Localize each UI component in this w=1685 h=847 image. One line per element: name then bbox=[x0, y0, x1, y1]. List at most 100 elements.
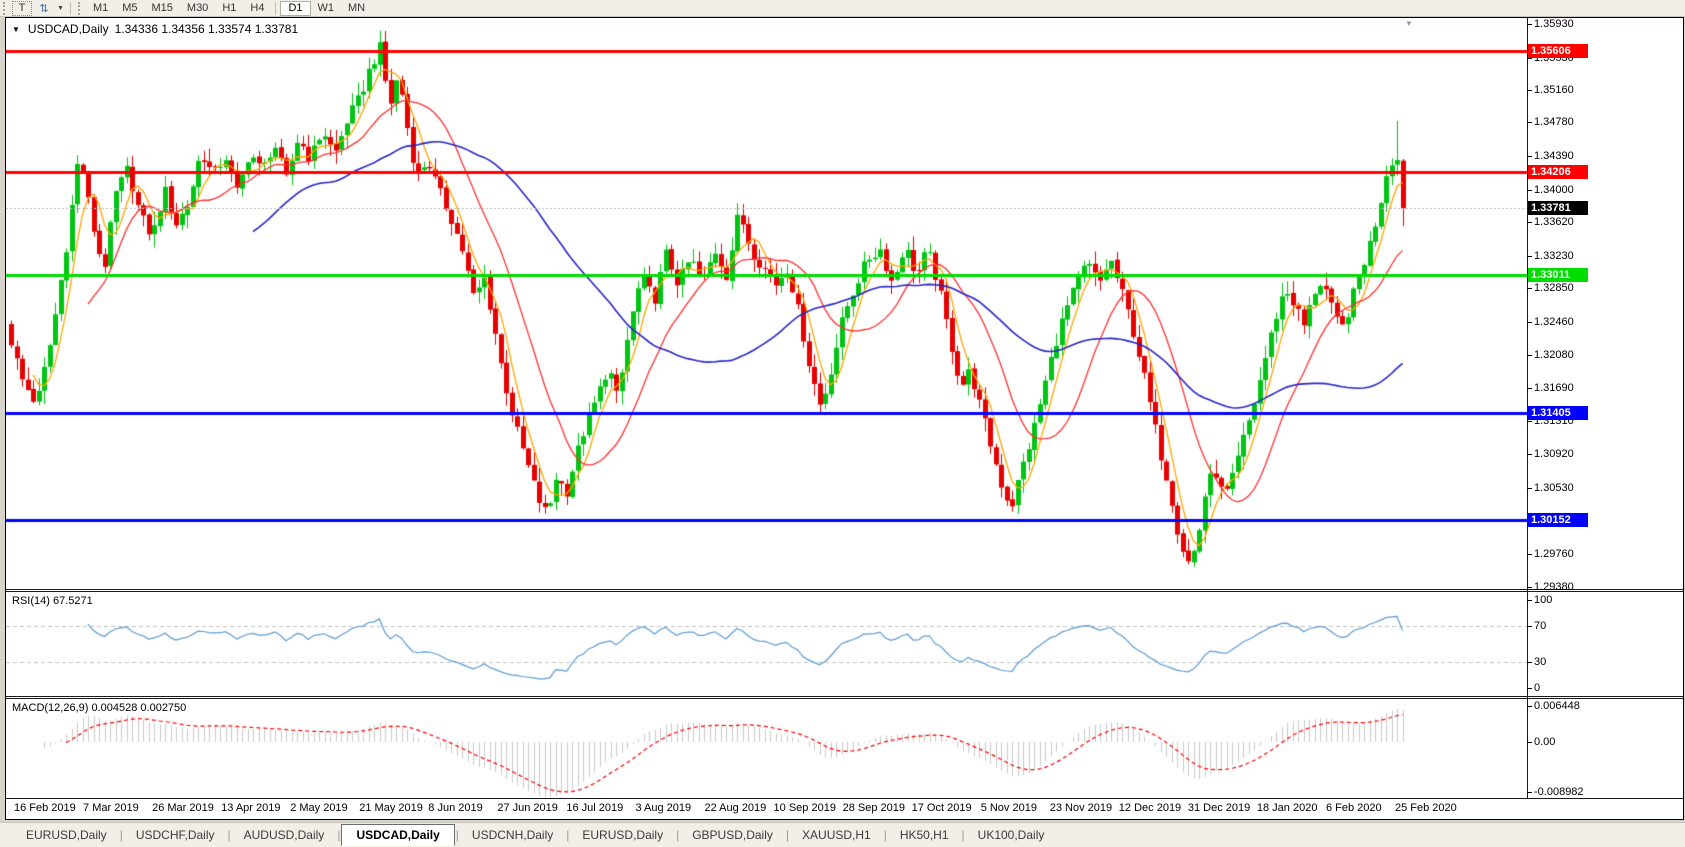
date-label: 16 Feb 2019 bbox=[14, 802, 76, 814]
axis-tick-label: 1.30530 bbox=[1534, 481, 1574, 494]
chart-collapse-icon[interactable]: ▼ bbox=[12, 25, 20, 34]
axis-tick-label: 1.34780 bbox=[1534, 116, 1574, 129]
date-label: 26 Mar 2019 bbox=[152, 802, 214, 814]
timeframe-button-h4[interactable]: H4 bbox=[243, 1, 271, 16]
timeframe-button-mn[interactable]: MN bbox=[341, 1, 372, 16]
chart-tab-eurusd[interactable]: EURUSD,Daily bbox=[14, 825, 119, 845]
axis-tick-mark bbox=[1527, 89, 1532, 91]
price-level-badge: 1.35606 bbox=[1528, 44, 1588, 59]
date-label: 22 Aug 2019 bbox=[704, 802, 767, 814]
axis-tick-label: 1.33230 bbox=[1534, 249, 1574, 262]
arrange-arrows-icon[interactable]: ⇅ bbox=[34, 1, 54, 16]
toolbar-separator bbox=[69, 1, 71, 15]
chart-tab-uk100[interactable]: UK100,Daily bbox=[966, 825, 1057, 845]
rsi-canvas[interactable] bbox=[6, 592, 1527, 696]
axis-tick-mark bbox=[1527, 222, 1532, 224]
macd-label: MACD(12,26,9) 0.004528 0.002750 bbox=[12, 702, 187, 714]
axis-tick-mark bbox=[1527, 189, 1532, 191]
axis-tick-mark bbox=[1527, 321, 1532, 323]
axis-tick-mark bbox=[1527, 742, 1532, 743]
axis-tick-mark bbox=[1527, 487, 1532, 489]
axis-tick-mark bbox=[1527, 554, 1532, 556]
chart-tab-eurusd[interactable]: EURUSD,Daily bbox=[570, 825, 675, 845]
time-axis-line bbox=[6, 798, 1683, 799]
text-tool-button[interactable]: T bbox=[12, 0, 32, 16]
axis-tick-label: 70 bbox=[1534, 620, 1547, 633]
chart-tab-gbpusd[interactable]: GBPUSD,Daily bbox=[680, 825, 785, 845]
axis-tick-label: 100 bbox=[1534, 594, 1553, 606]
axis-tick-label: 0.006448 bbox=[1534, 699, 1580, 712]
axis-tick-mark bbox=[1527, 600, 1532, 601]
date-label: 3 Aug 2019 bbox=[635, 802, 692, 814]
date-label: 8 Jun 2019 bbox=[428, 802, 483, 814]
date-label: 13 Apr 2019 bbox=[221, 802, 281, 814]
axis-tick-label: 1.35930 bbox=[1534, 17, 1574, 30]
axis-tick-label: 1.32850 bbox=[1534, 282, 1574, 295]
timeframe-button-m1[interactable]: M1 bbox=[86, 1, 115, 16]
date-label: 18 Jan 2020 bbox=[1256, 802, 1318, 814]
timeframe-group: M1 M5 M15 M30 H1 H4 D1 W1 MN bbox=[86, 0, 372, 16]
timeframe-button-w1[interactable]: W1 bbox=[311, 1, 342, 16]
price-pane: ▼ USDCAD,Daily 1.34336 1.34356 1.33574 1… bbox=[6, 18, 1683, 589]
timeframe-button-h1[interactable]: H1 bbox=[215, 1, 243, 16]
timeframe-button-m30[interactable]: M30 bbox=[180, 1, 215, 16]
price-level-badge: 1.31405 bbox=[1528, 405, 1588, 420]
chart-tab-xauusd[interactable]: XAUUSD,H1 bbox=[790, 825, 883, 845]
axis-tick-label: 1.32080 bbox=[1534, 348, 1574, 361]
chart-tab-usdchf[interactable]: USDCHF,Daily bbox=[124, 825, 227, 845]
axis-tick-mark bbox=[1527, 156, 1532, 158]
axis-tick-mark bbox=[1527, 388, 1532, 390]
chart-title: ▼ USDCAD,Daily 1.34336 1.34356 1.33574 1… bbox=[12, 22, 298, 36]
toolbar-grip[interactable] bbox=[77, 1, 83, 15]
timeframe-button-m5[interactable]: M5 bbox=[115, 1, 144, 16]
axis-tick-label: 1.33620 bbox=[1534, 216, 1574, 229]
timeframe-button-m15[interactable]: M15 bbox=[145, 1, 180, 16]
chart-tab-audusd[interactable]: AUDUSD,Daily bbox=[232, 825, 337, 845]
date-label: 31 Dec 2019 bbox=[1187, 802, 1251, 814]
date-label: 16 Jul 2019 bbox=[566, 802, 624, 814]
date-label: 5 Nov 2019 bbox=[980, 802, 1037, 814]
axis-tick-mark bbox=[1527, 122, 1532, 124]
chart-shift-marker-icon[interactable]: ▼ bbox=[1405, 19, 1413, 28]
chart-tab-hk50[interactable]: HK50,H1 bbox=[888, 825, 961, 845]
axis-tick-label: 1.30920 bbox=[1534, 448, 1574, 461]
rsi-pane: RSI(14) 67.5271 bbox=[6, 592, 1683, 696]
chart-window: ▼ USDCAD,Daily 1.34336 1.34356 1.33574 1… bbox=[5, 17, 1684, 820]
axis-tick-mark bbox=[1527, 705, 1532, 707]
axis-tick-label: 0 bbox=[1534, 682, 1541, 694]
tool-dropdown-caret-icon[interactable]: ▼ bbox=[57, 5, 64, 12]
axis-tick-mark bbox=[1527, 792, 1532, 794]
macd-canvas[interactable] bbox=[6, 699, 1527, 798]
axis-tick-label: 0.00 bbox=[1534, 736, 1556, 748]
axis-tick-label: 1.29760 bbox=[1534, 548, 1574, 561]
rsi-label: RSI(14) 67.5271 bbox=[12, 595, 93, 607]
axis-tick-label: 1.32460 bbox=[1534, 315, 1574, 328]
axis-tick-label: 1.31690 bbox=[1534, 382, 1574, 395]
axis-tick-mark bbox=[1527, 661, 1532, 663]
chart-tab-usdcnh[interactable]: USDCNH,Daily bbox=[460, 825, 565, 845]
date-label: 6 Feb 2020 bbox=[1325, 802, 1382, 814]
toolbar-grip[interactable] bbox=[3, 1, 8, 15]
macd-pane: MACD(12,26,9) 0.004528 0.002750 bbox=[6, 699, 1683, 798]
axis-tick-mark bbox=[1527, 586, 1532, 588]
price-level-badge: 1.33011 bbox=[1528, 267, 1588, 282]
timeframe-button-d1[interactable]: D1 bbox=[280, 0, 311, 16]
price-level-badge: 1.33781 bbox=[1528, 201, 1588, 216]
date-label: 25 Feb 2020 bbox=[1395, 802, 1457, 814]
axis-tick-label: 1.35160 bbox=[1534, 83, 1574, 96]
axis-tick-mark bbox=[1527, 354, 1532, 356]
price-level-badge: 1.34206 bbox=[1528, 164, 1588, 179]
price-chart-canvas[interactable] bbox=[6, 18, 1527, 589]
chart-tab-bar: EURUSD,Daily | USDCHF,Daily | AUDUSD,Daily | U… bbox=[0, 822, 1685, 847]
axis-tick-label: -0.008982 bbox=[1534, 786, 1584, 799]
axis-tick-mark bbox=[1527, 626, 1532, 628]
toolbar-separator bbox=[275, 1, 277, 15]
axis-tick-label: 1.34000 bbox=[1534, 183, 1574, 196]
axis-tick-mark bbox=[1527, 688, 1532, 689]
top-toolbar: T ⇅ ▼ M1 M5 M15 M30 H1 H4 D1 W1 MN bbox=[0, 0, 1685, 17]
chart-tab-usdcad[interactable]: USDCAD,Daily bbox=[341, 824, 455, 846]
date-label: 21 May 2019 bbox=[359, 802, 423, 814]
date-label: 12 Dec 2019 bbox=[1118, 802, 1182, 814]
date-label: 10 Sep 2019 bbox=[773, 802, 836, 814]
axis-tick-mark bbox=[1527, 420, 1532, 422]
